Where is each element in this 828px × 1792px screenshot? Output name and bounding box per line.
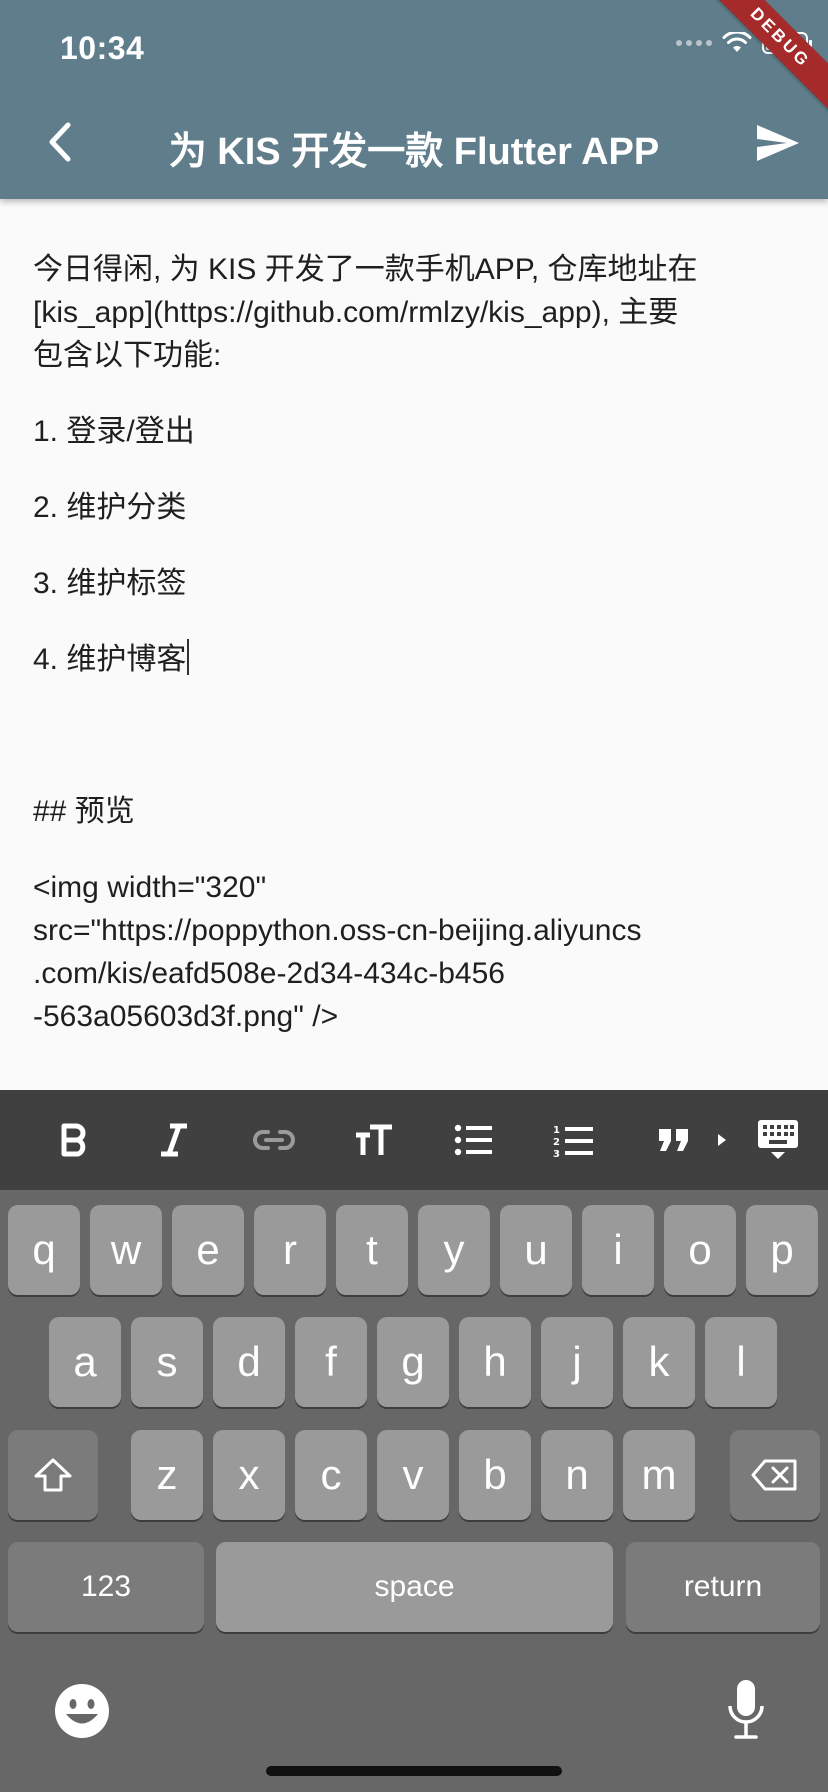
- chevron-left-icon: [49, 122, 71, 162]
- link-button[interactable]: [246, 1112, 302, 1168]
- send-button[interactable]: [750, 118, 806, 168]
- editor-line: 1. 登录/登出: [33, 415, 195, 448]
- return-key[interactable]: return: [626, 1542, 820, 1632]
- editor-line: 4. 维护博客: [33, 643, 187, 676]
- emoji-button[interactable]: [54, 1683, 110, 1739]
- dictation-button[interactable]: [726, 1678, 766, 1742]
- app-bar: 10:34 DEBUG 为 KIS 开发一款 Flutter APP: [0, 0, 828, 199]
- key-c[interactable]: c: [295, 1430, 367, 1520]
- key-q[interactable]: q: [8, 1205, 80, 1295]
- editor-line: <img width="320": [33, 871, 267, 904]
- key-p[interactable]: p: [746, 1205, 818, 1295]
- key-x[interactable]: x: [213, 1430, 285, 1520]
- backspace-icon: [751, 1459, 797, 1491]
- hide-keyboard-button[interactable]: [748, 1112, 808, 1168]
- svg-text:3: 3: [553, 1149, 560, 1157]
- text-cursor: [187, 639, 190, 675]
- keyboard-hide-icon: [758, 1120, 798, 1159]
- page-title: 为 KIS 开发一款 Flutter APP: [168, 131, 660, 173]
- key-h[interactable]: h: [459, 1317, 531, 1407]
- italic-icon: [161, 1123, 187, 1157]
- wifi-icon: [722, 32, 752, 52]
- key-j[interactable]: j: [541, 1317, 613, 1407]
- key-b[interactable]: b: [459, 1430, 531, 1520]
- triangle-right-icon: [718, 1134, 726, 1146]
- numbered-list-button[interactable]: 1 2 3: [546, 1112, 602, 1168]
- key-m[interactable]: m: [623, 1430, 695, 1520]
- editor-line: 包含以下功能:: [33, 339, 222, 372]
- shift-arrow-icon: [34, 1458, 72, 1492]
- backspace-key[interactable]: [730, 1430, 820, 1520]
- text-size-icon: [356, 1124, 392, 1155]
- cellular-signal-icon: [676, 40, 712, 46]
- key-s[interactable]: s: [131, 1317, 203, 1407]
- editor-line: src="https://poppython.oss-cn-beijing.al…: [33, 914, 642, 947]
- key-t[interactable]: t: [336, 1205, 408, 1295]
- space-key[interactable]: space: [216, 1542, 613, 1632]
- emoji-icon: [55, 1684, 109, 1738]
- markdown-toolbar: 1 2 3: [0, 1090, 828, 1190]
- send-icon: [757, 125, 799, 161]
- italic-button[interactable]: [146, 1112, 202, 1168]
- editor-line: [kis_app](https://github.com/rmlzy/kis_a…: [33, 296, 679, 329]
- quote-icon: [659, 1129, 688, 1151]
- key-d[interactable]: d: [213, 1317, 285, 1407]
- key-e[interactable]: e: [172, 1205, 244, 1295]
- key-w[interactable]: w: [90, 1205, 162, 1295]
- bullet-list-button[interactable]: [446, 1112, 502, 1168]
- editor-line: 今日得闲, 为 KIS 开发了一款手机APP, 仓库地址在: [33, 253, 698, 286]
- bullet-list-icon: [454, 1124, 492, 1156]
- editor-line: .com/kis/eafd508e-2d34-434c-b456: [33, 957, 505, 990]
- debug-banner: DEBUG: [690, 0, 828, 128]
- key-f[interactable]: f: [295, 1317, 367, 1407]
- key-r[interactable]: r: [254, 1205, 326, 1295]
- editor-line: 2. 维护分类: [33, 491, 187, 524]
- home-indicator: [266, 1766, 562, 1776]
- svg-text:1: 1: [553, 1125, 560, 1136]
- key-i[interactable]: i: [582, 1205, 654, 1295]
- key-v[interactable]: v: [377, 1430, 449, 1520]
- key-l[interactable]: l: [705, 1317, 777, 1407]
- key-u[interactable]: u: [500, 1205, 572, 1295]
- bold-icon: [61, 1123, 86, 1157]
- more-tools-button[interactable]: [704, 1112, 740, 1168]
- key-g[interactable]: g: [377, 1317, 449, 1407]
- numbered-list-icon: 1 2 3: [553, 1125, 593, 1157]
- editor-line: 3. 维护标签: [33, 567, 187, 600]
- key-z[interactable]: z: [131, 1430, 203, 1520]
- link-icon: [253, 1130, 295, 1150]
- text-size-button[interactable]: [346, 1112, 402, 1168]
- quote-button[interactable]: [646, 1112, 702, 1168]
- status-time: 10:34: [60, 30, 145, 66]
- markdown-editor[interactable]: 今日得闲, 为 KIS 开发了一款手机APP, 仓库地址在 [kis_app](…: [33, 248, 803, 1038]
- key-k[interactable]: k: [623, 1317, 695, 1407]
- numbers-key[interactable]: 123: [8, 1542, 204, 1632]
- editor-line: -563a05603d3f.png" />: [33, 1000, 339, 1033]
- editor-line: ## 预览: [33, 795, 135, 828]
- svg-text:2: 2: [553, 1137, 560, 1148]
- key-n[interactable]: n: [541, 1430, 613, 1520]
- back-button[interactable]: [36, 118, 84, 166]
- bold-button[interactable]: [46, 1112, 102, 1168]
- key-o[interactable]: o: [664, 1205, 736, 1295]
- microphone-icon: [728, 1680, 764, 1739]
- shift-key[interactable]: [8, 1430, 98, 1520]
- key-y[interactable]: y: [418, 1205, 490, 1295]
- key-a[interactable]: a: [49, 1317, 121, 1407]
